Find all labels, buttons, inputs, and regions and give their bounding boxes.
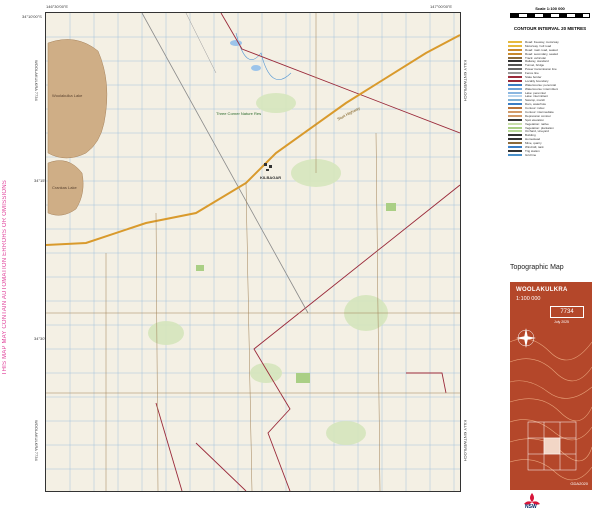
- map-name: WOOLAKULKRA: [516, 287, 568, 293]
- legend-symbol: [508, 134, 522, 137]
- compass-rose: [516, 328, 536, 348]
- label-nature-reserve: Three Corner Nature Res: [216, 111, 262, 116]
- legend-symbol: [508, 83, 522, 86]
- legend-symbol: [508, 60, 522, 63]
- legend-symbol: [508, 75, 522, 78]
- topographic-map-title: Topographic Map: [510, 264, 564, 271]
- sheet-index-grid: [527, 421, 577, 471]
- legend-symbol: [508, 64, 522, 67]
- grid-lines: [46, 13, 460, 491]
- scale-bar: [510, 13, 590, 18]
- lat-label-mid: 34°15': [34, 178, 46, 183]
- legend-symbol: [508, 56, 522, 59]
- legend-panel: Scale 1:100 000 CONTOUR INTERVAL 20 METR…: [500, 0, 600, 514]
- map-date: July 2025: [554, 320, 569, 324]
- legend-symbol: [508, 149, 522, 152]
- legend-symbol: [508, 68, 522, 71]
- legend-symbol: [508, 118, 522, 121]
- datum-label: GDA2020: [570, 481, 588, 486]
- legend-symbol: [508, 110, 522, 113]
- sheet-info-box: WOOLAKULKRA 1:100 000 7734 July 2025 GDA…: [510, 282, 592, 490]
- edge-label-left-bottom: WOOLAKULKRA 7734: [34, 420, 39, 461]
- legend-symbol: [508, 153, 522, 156]
- legend-symbol: [508, 95, 522, 98]
- edge-label-right-top: KILLY KINTWERLOCH: [463, 60, 468, 102]
- legend-symbol: [508, 40, 522, 43]
- nsw-logo: NSW: [522, 492, 542, 512]
- legend-symbol: [508, 122, 522, 125]
- edge-label-right-bottom: KILLY KINTWERLOCH: [463, 420, 468, 462]
- contour-interval: CONTOUR INTERVAL 20 METRES: [513, 26, 587, 31]
- lat-label-lower: 34°30': [34, 336, 46, 341]
- map-scale: 1:100 000: [516, 296, 541, 302]
- lake-woolakulka: [47, 39, 108, 159]
- nsw-logo-text: NSW: [525, 504, 537, 510]
- map-legend: Road: freeway, motorway Motorway / toll r…: [508, 40, 596, 157]
- town-kilbagar: [264, 163, 272, 171]
- legend-symbol: [508, 44, 522, 47]
- boundary-lines: [155, 13, 460, 491]
- corner-lon-top-right: 147°00'00"E: [430, 4, 453, 9]
- legend-symbol: [508, 114, 522, 117]
- legend-symbol: [508, 99, 522, 102]
- legend-symbol: [508, 87, 522, 90]
- edge-label-left-top: WOOLAKULKRA 7734: [34, 60, 39, 101]
- legend-symbol: [508, 145, 522, 148]
- scale-block: Scale 1:100 000 CONTOUR INTERVAL 20 METR…: [510, 6, 590, 31]
- corner-lon-top-left: 146°30'00"E: [46, 4, 69, 9]
- legend-item: Grid line: [508, 153, 596, 157]
- legend-symbol: [508, 142, 522, 145]
- sheet-number: 7734: [550, 306, 584, 318]
- legend-label: Grid line: [525, 152, 537, 157]
- topographic-map-sheet: WOOLAKULKRA 7734 WOOLAKULKRA 7734 KILLY …: [0, 0, 600, 514]
- legend-symbol: [508, 48, 522, 51]
- vegetation-patches: [148, 93, 388, 445]
- legend-symbol: [508, 79, 522, 82]
- legend-symbol: [508, 52, 522, 55]
- legend-symbol: [508, 130, 522, 133]
- automation-warning: THIS MAP MAY CONTAIN AUTOMATION ERRORS O…: [2, 180, 8, 376]
- map-face[interactable]: Woolakulka Lake Crankas Lake Three Corne…: [45, 12, 461, 492]
- plantation-patches: [196, 203, 396, 383]
- legend-symbol: [508, 103, 522, 106]
- legend-symbol: [508, 72, 522, 75]
- legend-symbol: [508, 107, 522, 110]
- corner-lat-top-left: 34°10'00"S: [22, 14, 42, 19]
- legend-symbol: [508, 126, 522, 129]
- legend-symbol: [508, 138, 522, 141]
- label-lake-woolakulka: Woolakulka Lake: [52, 93, 83, 98]
- map-canvas: [46, 13, 460, 491]
- scale-title: Scale 1:100 000: [535, 6, 565, 11]
- legend-symbol: [508, 91, 522, 94]
- label-lake-crankas: Crankas Lake: [52, 185, 77, 190]
- label-town: KILBAGAR: [260, 175, 282, 180]
